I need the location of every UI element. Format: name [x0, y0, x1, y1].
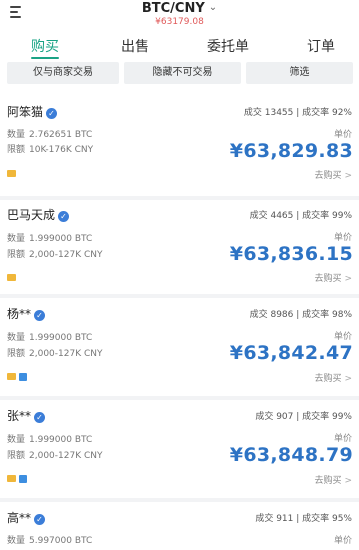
merchant-name[interactable]: 张** ✓ — [7, 407, 46, 424]
limit-row: 限额 2,000-127K CNY — [7, 448, 102, 461]
merchant-name-text: 杨** — [7, 307, 32, 321]
merchant-name[interactable]: 杨** ✓ — [7, 305, 46, 322]
merchant-name[interactable]: 阿笨猫 ✓ — [7, 103, 58, 120]
limit-value: 2,000-127K CNY — [29, 250, 103, 260]
chevron-right-icon: > — [344, 374, 352, 384]
quantity-label: 数量 — [7, 234, 26, 244]
payment-methods — [7, 373, 30, 382]
payment-methods — [7, 475, 30, 484]
unit-price: ¥63,829.83 — [229, 140, 353, 162]
trade-stats: 成交 907 | 成交率 99% — [255, 412, 352, 422]
limit-row: 限额 2,000-127K CNY — [7, 346, 102, 359]
tab-orders-pending[interactable]: 委托单 — [207, 36, 249, 56]
alipay-icon — [19, 475, 27, 483]
merchant-name-text: 张** — [7, 409, 32, 423]
unit-price-label: 单价 — [333, 332, 352, 342]
pair-label: BTC/CNY — [141, 1, 205, 16]
quantity-row: 数量 1.999000 BTC — [7, 330, 92, 343]
limit-row: 限额 2,000-127K CNY — [7, 247, 102, 260]
tab-sell[interactable]: 出售 — [121, 36, 149, 56]
buy-label: 去购买 — [314, 476, 342, 486]
verified-icon: ✓ — [34, 514, 46, 525]
merchant-name-text: 阿笨猫 — [7, 105, 44, 119]
tab-orders[interactable]: 订单 — [307, 36, 335, 56]
limit-value: 2,000-127K CNY — [29, 349, 103, 359]
limit-label: 限额 — [7, 349, 26, 359]
buy-button[interactable]: 去购买 > — [314, 473, 352, 486]
trade-stats: 成交 13455 | 成交率 92% — [243, 108, 352, 118]
buy-button[interactable]: 去购买 > — [314, 371, 352, 384]
trade-stats: 成交 911 | 成交率 95% — [255, 514, 352, 524]
listing-card[interactable]: 高** ✓ 成交 911 | 成交率 95% 数量 5.997000 BTC 单价 — [0, 502, 359, 550]
quantity-row: 数量 2.762651 BTC — [7, 127, 92, 140]
trade-stats: 成交 8986 | 成交率 98% — [249, 310, 352, 320]
listing-card[interactable]: 张** ✓ 成交 907 | 成交率 99% 数量 1.999000 BTC 限额 2… — [0, 400, 359, 498]
buy-button[interactable]: 去购买 > — [314, 168, 352, 181]
chevron-right-icon: > — [344, 171, 352, 181]
tab-buy[interactable]: 购买 — [31, 36, 59, 56]
buy-label: 去购买 — [314, 274, 342, 284]
limit-label: 限额 — [7, 250, 26, 260]
limit-label: 限额 — [7, 451, 26, 461]
quantity-value: 2.762651 BTC — [29, 130, 93, 140]
bank-icon — [7, 170, 16, 177]
unit-price-label: 单价 — [333, 434, 352, 444]
quantity-row: 数量 1.999000 BTC — [7, 231, 92, 244]
alipay-icon — [19, 373, 27, 381]
quantity-label: 数量 — [7, 333, 26, 343]
chevron-down-icon: ⌄ — [208, 2, 218, 13]
hide-untradable-filter[interactable]: 隐藏不可交易 — [124, 62, 241, 84]
bank-icon — [7, 475, 16, 482]
quantity-row: 数量 1.999000 BTC — [7, 432, 92, 445]
listing-card[interactable]: 杨** ✓ 成交 8986 | 成交率 98% 数量 1.999000 BTC 限额… — [0, 298, 359, 396]
unit-price: ¥63,836.15 — [229, 243, 353, 265]
listing-card[interactable]: 阿笨猫 ✓ 成交 13455 | 成交率 92% 数量 2.762651 BTC 限… — [0, 96, 359, 196]
tab-bar: 购买 出售 委托单 订单 — [0, 32, 359, 60]
bank-icon — [7, 373, 16, 380]
merchant-name-text: 高** — [7, 511, 32, 525]
verified-icon: ✓ — [34, 310, 46, 321]
quantity-label: 数量 — [7, 536, 26, 546]
payment-methods — [7, 274, 19, 283]
filter-bar: 仅与商家交易 隐藏不可交易 筛选 — [0, 62, 359, 86]
unit-price: ¥63,848.79 — [229, 444, 353, 466]
merchant-name[interactable]: 高** ✓ — [7, 509, 46, 526]
chevron-right-icon: > — [344, 476, 352, 486]
buy-label: 去购买 — [314, 374, 342, 384]
verified-icon: ✓ — [58, 211, 70, 222]
quantity-label: 数量 — [7, 435, 26, 445]
limit-label: 限额 — [7, 145, 26, 155]
reference-price: ¥63179.08 — [155, 17, 204, 27]
active-tab-indicator — [31, 57, 59, 59]
payment-methods — [7, 170, 19, 179]
merchant-name-text: 巴马天成 — [7, 208, 56, 222]
trade-stats: 成交 4465 | 成交率 99% — [249, 211, 352, 221]
quantity-value: 1.999000 BTC — [29, 435, 93, 445]
quantity-row: 数量 5.997000 BTC — [7, 533, 92, 546]
chevron-right-icon: > — [344, 274, 352, 284]
header: BTC/CNY ⌄ ¥63179.08 购买 出售 委托单 订单 仅与商家交易 隐… — [0, 0, 359, 96]
listing-card[interactable]: 巴马天成 ✓ 成交 4465 | 成交率 99% 数量 1.999000 BTC 限… — [0, 200, 359, 294]
bank-icon — [7, 274, 16, 281]
quantity-label: 数量 — [7, 130, 26, 140]
merchant-name[interactable]: 巴马天成 ✓ — [7, 206, 70, 223]
quantity-value: 5.997000 BTC — [29, 536, 93, 546]
unit-price-label: 单价 — [333, 130, 352, 140]
quantity-value: 1.999000 BTC — [29, 333, 93, 343]
filter-button[interactable]: 筛选 — [246, 62, 353, 84]
verified-icon: ✓ — [34, 412, 46, 423]
quantity-value: 1.999000 BTC — [29, 234, 93, 244]
unit-price: ¥63,842.47 — [229, 342, 353, 364]
verified-icon: ✓ — [46, 108, 58, 119]
limit-value: 10K-176K CNY — [29, 145, 94, 155]
unit-price-label: 单价 — [333, 233, 352, 243]
pair-selector[interactable]: BTC/CNY ⌄ — [0, 1, 359, 16]
limit-row: 限额 10K-176K CNY — [7, 142, 93, 155]
merchant-only-filter[interactable]: 仅与商家交易 — [7, 62, 119, 84]
buy-button[interactable]: 去购买 > — [314, 271, 352, 284]
unit-price-label: 单价 — [333, 536, 352, 546]
limit-value: 2,000-127K CNY — [29, 451, 103, 461]
buy-label: 去购买 — [314, 171, 342, 181]
